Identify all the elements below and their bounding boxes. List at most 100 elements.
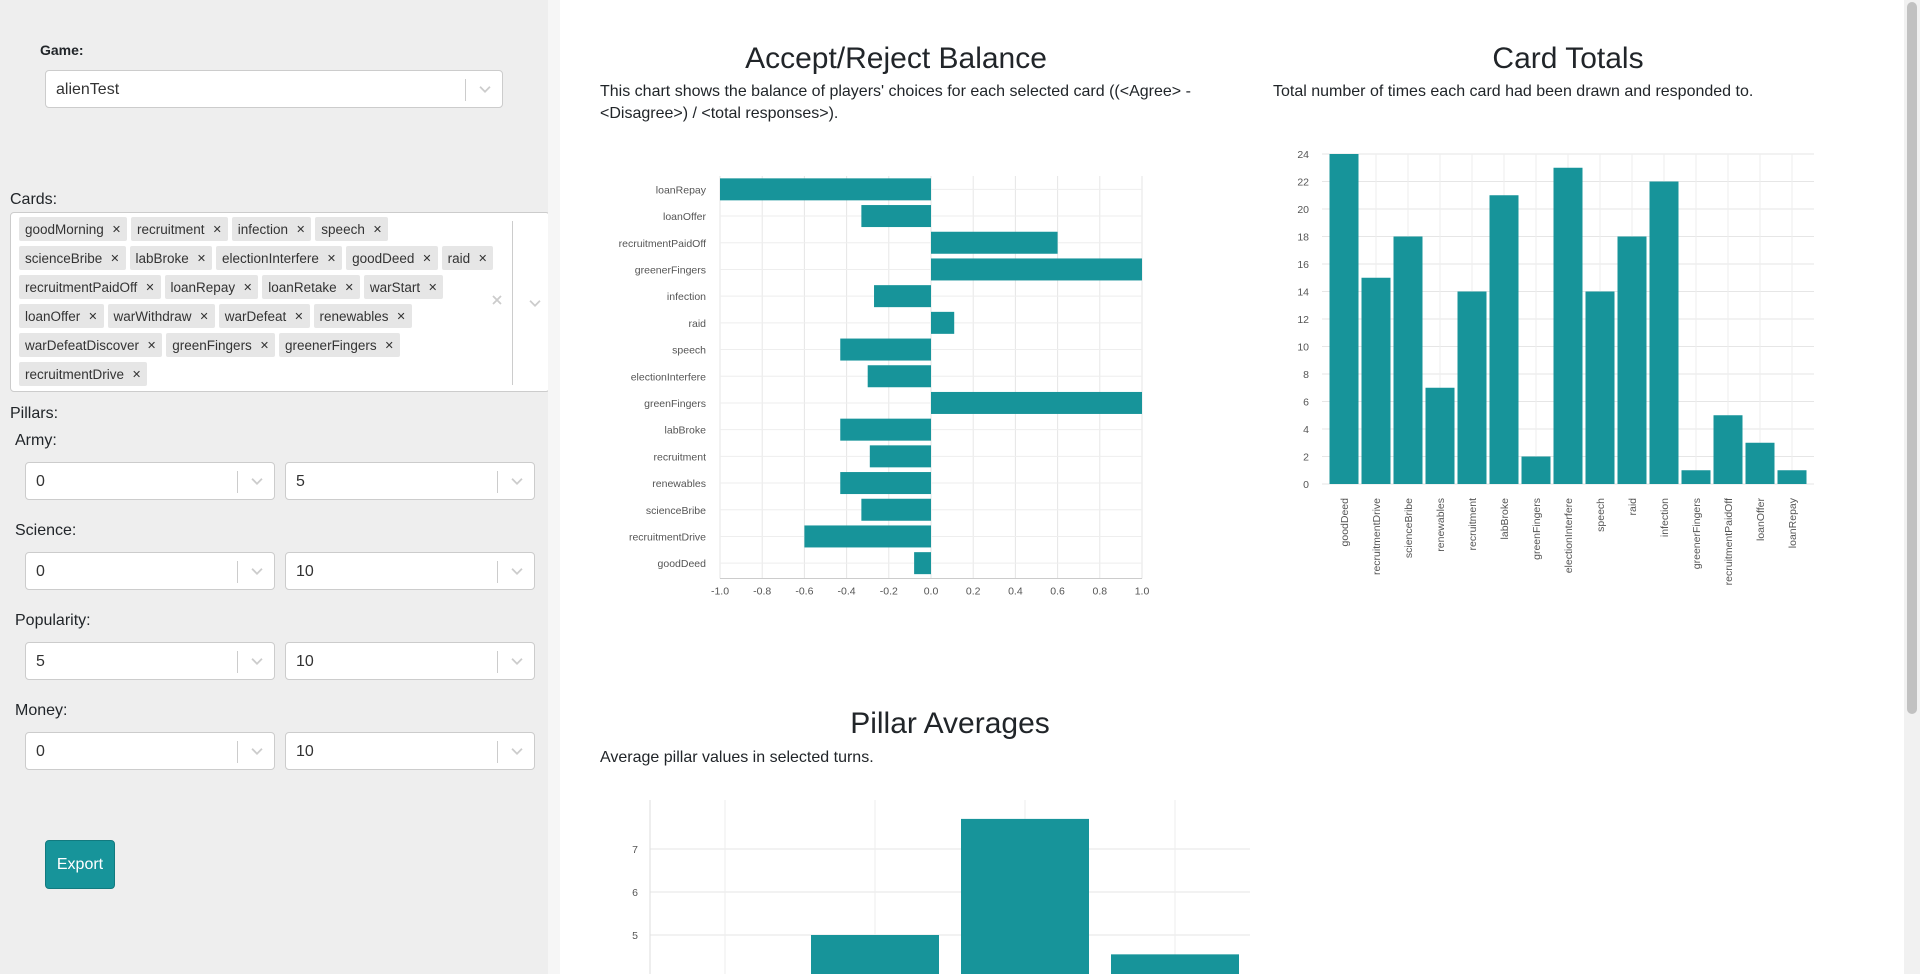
remove-chip-icon[interactable]: ✕ [369, 223, 388, 236]
remove-chip-icon[interactable]: ✕ [418, 252, 437, 265]
card-chip[interactable]: greenerFingers ✕ [279, 333, 400, 357]
card-chip[interactable]: warDefeatDiscover ✕ [19, 333, 163, 357]
chevron-down-icon[interactable] [248, 742, 266, 760]
y-tick-label: electionInterfere [631, 371, 706, 383]
chevron-down-icon[interactable] [508, 742, 526, 760]
remove-chip-icon[interactable]: ✕ [196, 310, 215, 323]
x-tick-label: 0.2 [966, 586, 981, 598]
card-chip[interactable]: recruitmentDrive ✕ [19, 362, 148, 386]
remove-chip-icon[interactable]: ✕ [106, 252, 125, 265]
page-scrollbar[interactable] [1904, 0, 1920, 974]
remove-chip-icon[interactable]: ✕ [209, 223, 228, 236]
bar [931, 231, 1058, 254]
card-chip[interactable]: loanOffer ✕ [19, 304, 104, 328]
select-separator [497, 651, 498, 673]
pillar-max-select[interactable]: 10 [285, 552, 535, 590]
x-tick-label: infection [1659, 498, 1671, 537]
pillar-min-select[interactable]: 0 [25, 552, 275, 590]
card-chip[interactable]: scienceBribe ✕ [19, 246, 126, 270]
x-tick-label: scienceBribe [1403, 498, 1415, 558]
chevron-down-icon[interactable] [526, 294, 544, 312]
bar [840, 338, 931, 361]
pillar-min-select[interactable]: 0 [25, 732, 275, 770]
chevron-down-icon[interactable] [508, 472, 526, 490]
export-button[interactable]: Export [45, 840, 115, 889]
card-chip[interactable]: goodDeed ✕ [346, 246, 438, 270]
remove-chip-icon[interactable]: ✕ [239, 281, 258, 294]
chevron-down-icon[interactable] [248, 472, 266, 490]
pillar-min-select[interactable]: 5 [25, 642, 275, 680]
card-chip[interactable]: renewables ✕ [313, 304, 412, 328]
select-separator [237, 741, 238, 763]
select-separator [237, 471, 238, 493]
card-chip[interactable]: labBroke ✕ [129, 246, 213, 270]
game-select[interactable]: alienTest [45, 70, 503, 108]
bar [931, 311, 955, 334]
pillar-max-value: 5 [296, 473, 305, 490]
card-chip[interactable]: warWithdraw ✕ [107, 304, 215, 328]
chevron-down-icon[interactable] [476, 80, 494, 98]
card-chip[interactable]: greenFingers ✕ [166, 333, 276, 357]
remove-chip-icon[interactable]: ✕ [128, 368, 147, 381]
pillar-max-select[interactable]: 5 [285, 462, 535, 500]
pillars-chart: 5 6 7 [632, 800, 1250, 974]
card-chip[interactable]: goodMorning ✕ [19, 217, 128, 241]
card-chip-label: goodMorning [25, 221, 104, 237]
card-chip[interactable]: electionInterfere ✕ [216, 246, 343, 270]
pillar-min-select[interactable]: 0 [25, 462, 275, 500]
y-tick-label: 12 [1297, 314, 1309, 326]
pillar-min-value: 0 [36, 563, 45, 580]
card-chip-label: loanRepay [170, 279, 236, 295]
y-tick-label: 2 [1303, 452, 1309, 464]
remove-chip-icon[interactable]: ✕ [474, 252, 493, 265]
bar [720, 178, 931, 201]
y-tick-label: 14 [1297, 287, 1309, 299]
remove-chip-icon[interactable]: ✕ [256, 339, 275, 352]
chevron-down-icon[interactable] [248, 652, 266, 670]
remove-chip-icon[interactable]: ✕ [84, 310, 103, 323]
remove-chip-icon[interactable]: ✕ [393, 310, 412, 323]
card-chip[interactable]: loanRetake ✕ [262, 275, 360, 299]
card-chip[interactable]: loanRepay ✕ [164, 275, 259, 299]
pillar-min-value: 5 [36, 653, 45, 670]
totals-chart-description: Total number of times each card had been… [1273, 83, 1754, 100]
remove-chip-icon[interactable]: ✕ [341, 281, 360, 294]
remove-chip-icon[interactable]: ✕ [323, 252, 342, 265]
x-tick-label: -0.2 [880, 586, 898, 598]
card-chip[interactable]: infection ✕ [231, 217, 312, 241]
pillar-max-value: 10 [296, 653, 314, 670]
card-chip[interactable]: raid ✕ [441, 246, 494, 270]
pillar-max-select[interactable]: 10 [285, 732, 535, 770]
chevron-down-icon[interactable] [248, 562, 266, 580]
card-chip[interactable]: speech ✕ [315, 217, 389, 241]
remove-chip-icon[interactable]: ✕ [141, 281, 160, 294]
card-chip[interactable]: recruitment ✕ [131, 217, 228, 241]
pillar-max-value: 10 [296, 743, 314, 760]
pillars-label: Pillars: [10, 405, 59, 422]
y-tick-label: recruitmentDrive [629, 531, 706, 543]
x-tick-label: recruitmentDrive [1371, 498, 1383, 575]
x-tick-label: 1.0 [1135, 586, 1150, 598]
remove-chip-icon[interactable]: ✕ [143, 339, 162, 352]
remove-chip-icon[interactable]: ✕ [381, 339, 400, 352]
pillars-chart-description: Average pillar values in selected turns. [600, 749, 874, 766]
remove-chip-icon[interactable]: ✕ [424, 281, 443, 294]
cards-multiselect[interactable]: goodMorning ✕ recruitment ✕ infection ✕ speech… [10, 212, 550, 392]
scrollbar-thumb[interactable] [1907, 2, 1917, 714]
bar [1111, 954, 1239, 974]
remove-chip-icon[interactable]: ✕ [193, 252, 212, 265]
card-chip[interactable]: warDefeat ✕ [218, 304, 310, 328]
select-separator [497, 561, 498, 583]
bar [1649, 181, 1679, 484]
y-tick-label: goodDeed [658, 558, 707, 570]
remove-chip-icon[interactable]: ✕ [108, 223, 127, 236]
pillar-max-select[interactable]: 10 [285, 642, 535, 680]
chevron-down-icon[interactable] [508, 652, 526, 670]
card-chip[interactable]: warStart ✕ [363, 275, 444, 299]
clear-icon[interactable] [489, 292, 505, 308]
remove-chip-icon[interactable]: ✕ [290, 310, 309, 323]
select-separator [512, 221, 513, 385]
remove-chip-icon[interactable]: ✕ [292, 223, 311, 236]
chevron-down-icon[interactable] [508, 562, 526, 580]
card-chip[interactable]: recruitmentPaidOff ✕ [19, 275, 161, 299]
